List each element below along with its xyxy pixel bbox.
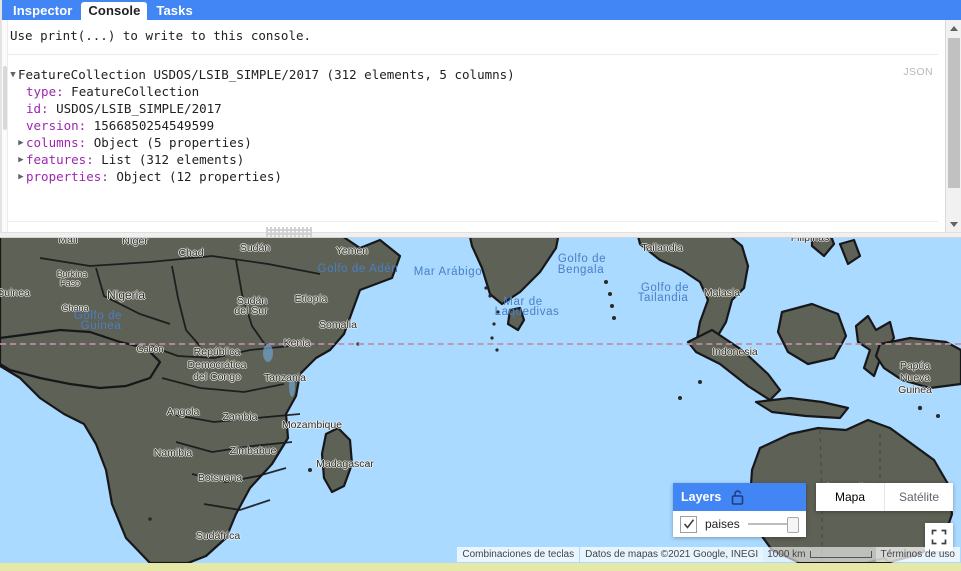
console-hint-text: Use print(...) to write to this console. (10, 28, 312, 43)
console-bottom-divider (8, 221, 938, 222)
unlocked-padlock-icon[interactable] (731, 489, 744, 505)
field-key: type: (26, 84, 64, 99)
console-body: Use print(...) to write to this console.… (2, 20, 961, 232)
tab-tasks[interactable]: Tasks (149, 2, 199, 20)
field-value: FeatureCollection (71, 84, 200, 99)
field-key: columns: (26, 135, 87, 150)
field-key: version: (26, 118, 87, 133)
layers-panel-title: Layers (681, 490, 722, 504)
console-tabbar: Inspector Console Tasks (2, 0, 961, 20)
console-field-id: id: USDOS/LSIB_SIMPLE/2017 (8, 100, 938, 117)
console-root-label: FeatureCollection USDOS/LSIB_SIMPLE/2017… (18, 67, 515, 82)
layers-panel[interactable]: Layers paises (673, 483, 806, 537)
splitter-grip-handle[interactable] (266, 227, 312, 237)
opacity-slider-thumb[interactable] (787, 517, 799, 533)
scroll-up-arrow-icon[interactable] (946, 20, 961, 36)
field-key: features: (26, 152, 94, 167)
field-key: properties: (26, 169, 109, 184)
tab-inspector[interactable]: Inspector (6, 2, 79, 20)
console-field-version: version: 1566850254549599 (8, 117, 938, 134)
field-key: id: (26, 101, 49, 116)
map-viewport[interactable]: Mali Níger Chad Sudán Nigeria Guinea Burkina Fa… (0, 238, 961, 563)
layer-name-label: paises (705, 517, 740, 531)
field-value: USDOS/LSIB_SIMPLE/2017 (56, 101, 222, 116)
json-view-toggle[interactable]: JSON (903, 66, 933, 78)
field-value: 1566850254549599 (93, 118, 215, 133)
tab-console[interactable]: Console (81, 2, 148, 20)
field-value: List (312 elements) (101, 152, 245, 167)
console-field-columns[interactable]: ▶ columns: Object (5 properties) (8, 134, 938, 151)
map-tiles (0, 238, 961, 563)
scroll-down-arrow-icon[interactable] (946, 216, 961, 232)
console-root-row[interactable]: ▼ FeatureCollection USDOS/LSIB_SIMPLE/201… (8, 66, 938, 83)
map-type-mapa-button[interactable]: Mapa (816, 483, 884, 511)
console-output: ▼ FeatureCollection USDOS/LSIB_SIMPLE/201… (8, 66, 938, 185)
expand-caret-icon[interactable]: ▼ (8, 67, 18, 84)
console-field-features[interactable]: ▶ features: List (312 elements) (8, 151, 938, 168)
app-window: Inspector Console Tasks Use print(...) t… (0, 0, 961, 571)
layer-opacity-slider[interactable] (747, 517, 799, 533)
terms-of-use-link[interactable]: Términos de uso (875, 547, 960, 562)
keyboard-shortcuts-link[interactable]: Combinaciones de teclas (457, 547, 580, 562)
console-scroll-thumb[interactable] (948, 38, 960, 188)
field-value: Object (5 properties) (93, 135, 252, 150)
console-left-scroll-thumb[interactable] (3, 66, 7, 130)
fullscreen-icon (931, 529, 947, 545)
console-field-properties[interactable]: ▶ properties: Object (12 properties) (8, 168, 938, 185)
layers-panel-header: Layers (673, 483, 806, 511)
console-field-type: type: FeatureCollection (8, 83, 938, 100)
map-type-control[interactable]: Mapa Satélite (816, 483, 953, 511)
field-value: Object (12 properties) (116, 169, 282, 184)
console-divider (8, 54, 938, 55)
layer-visibility-checkbox[interactable] (680, 515, 697, 533)
expand-caret-icon[interactable]: ▶ (16, 152, 26, 169)
expand-caret-icon[interactable]: ▶ (16, 169, 26, 186)
map-type-satelite-button[interactable]: Satélite (884, 483, 953, 511)
expand-caret-icon[interactable]: ▶ (16, 135, 26, 152)
console-vertical-scrollbar[interactable] (945, 20, 961, 232)
console-pane: Inspector Console Tasks Use print(...) t… (0, 0, 961, 232)
bottom-status-strip (0, 563, 961, 571)
layer-row-paises[interactable]: paises (673, 511, 806, 537)
equator-line (0, 343, 961, 345)
